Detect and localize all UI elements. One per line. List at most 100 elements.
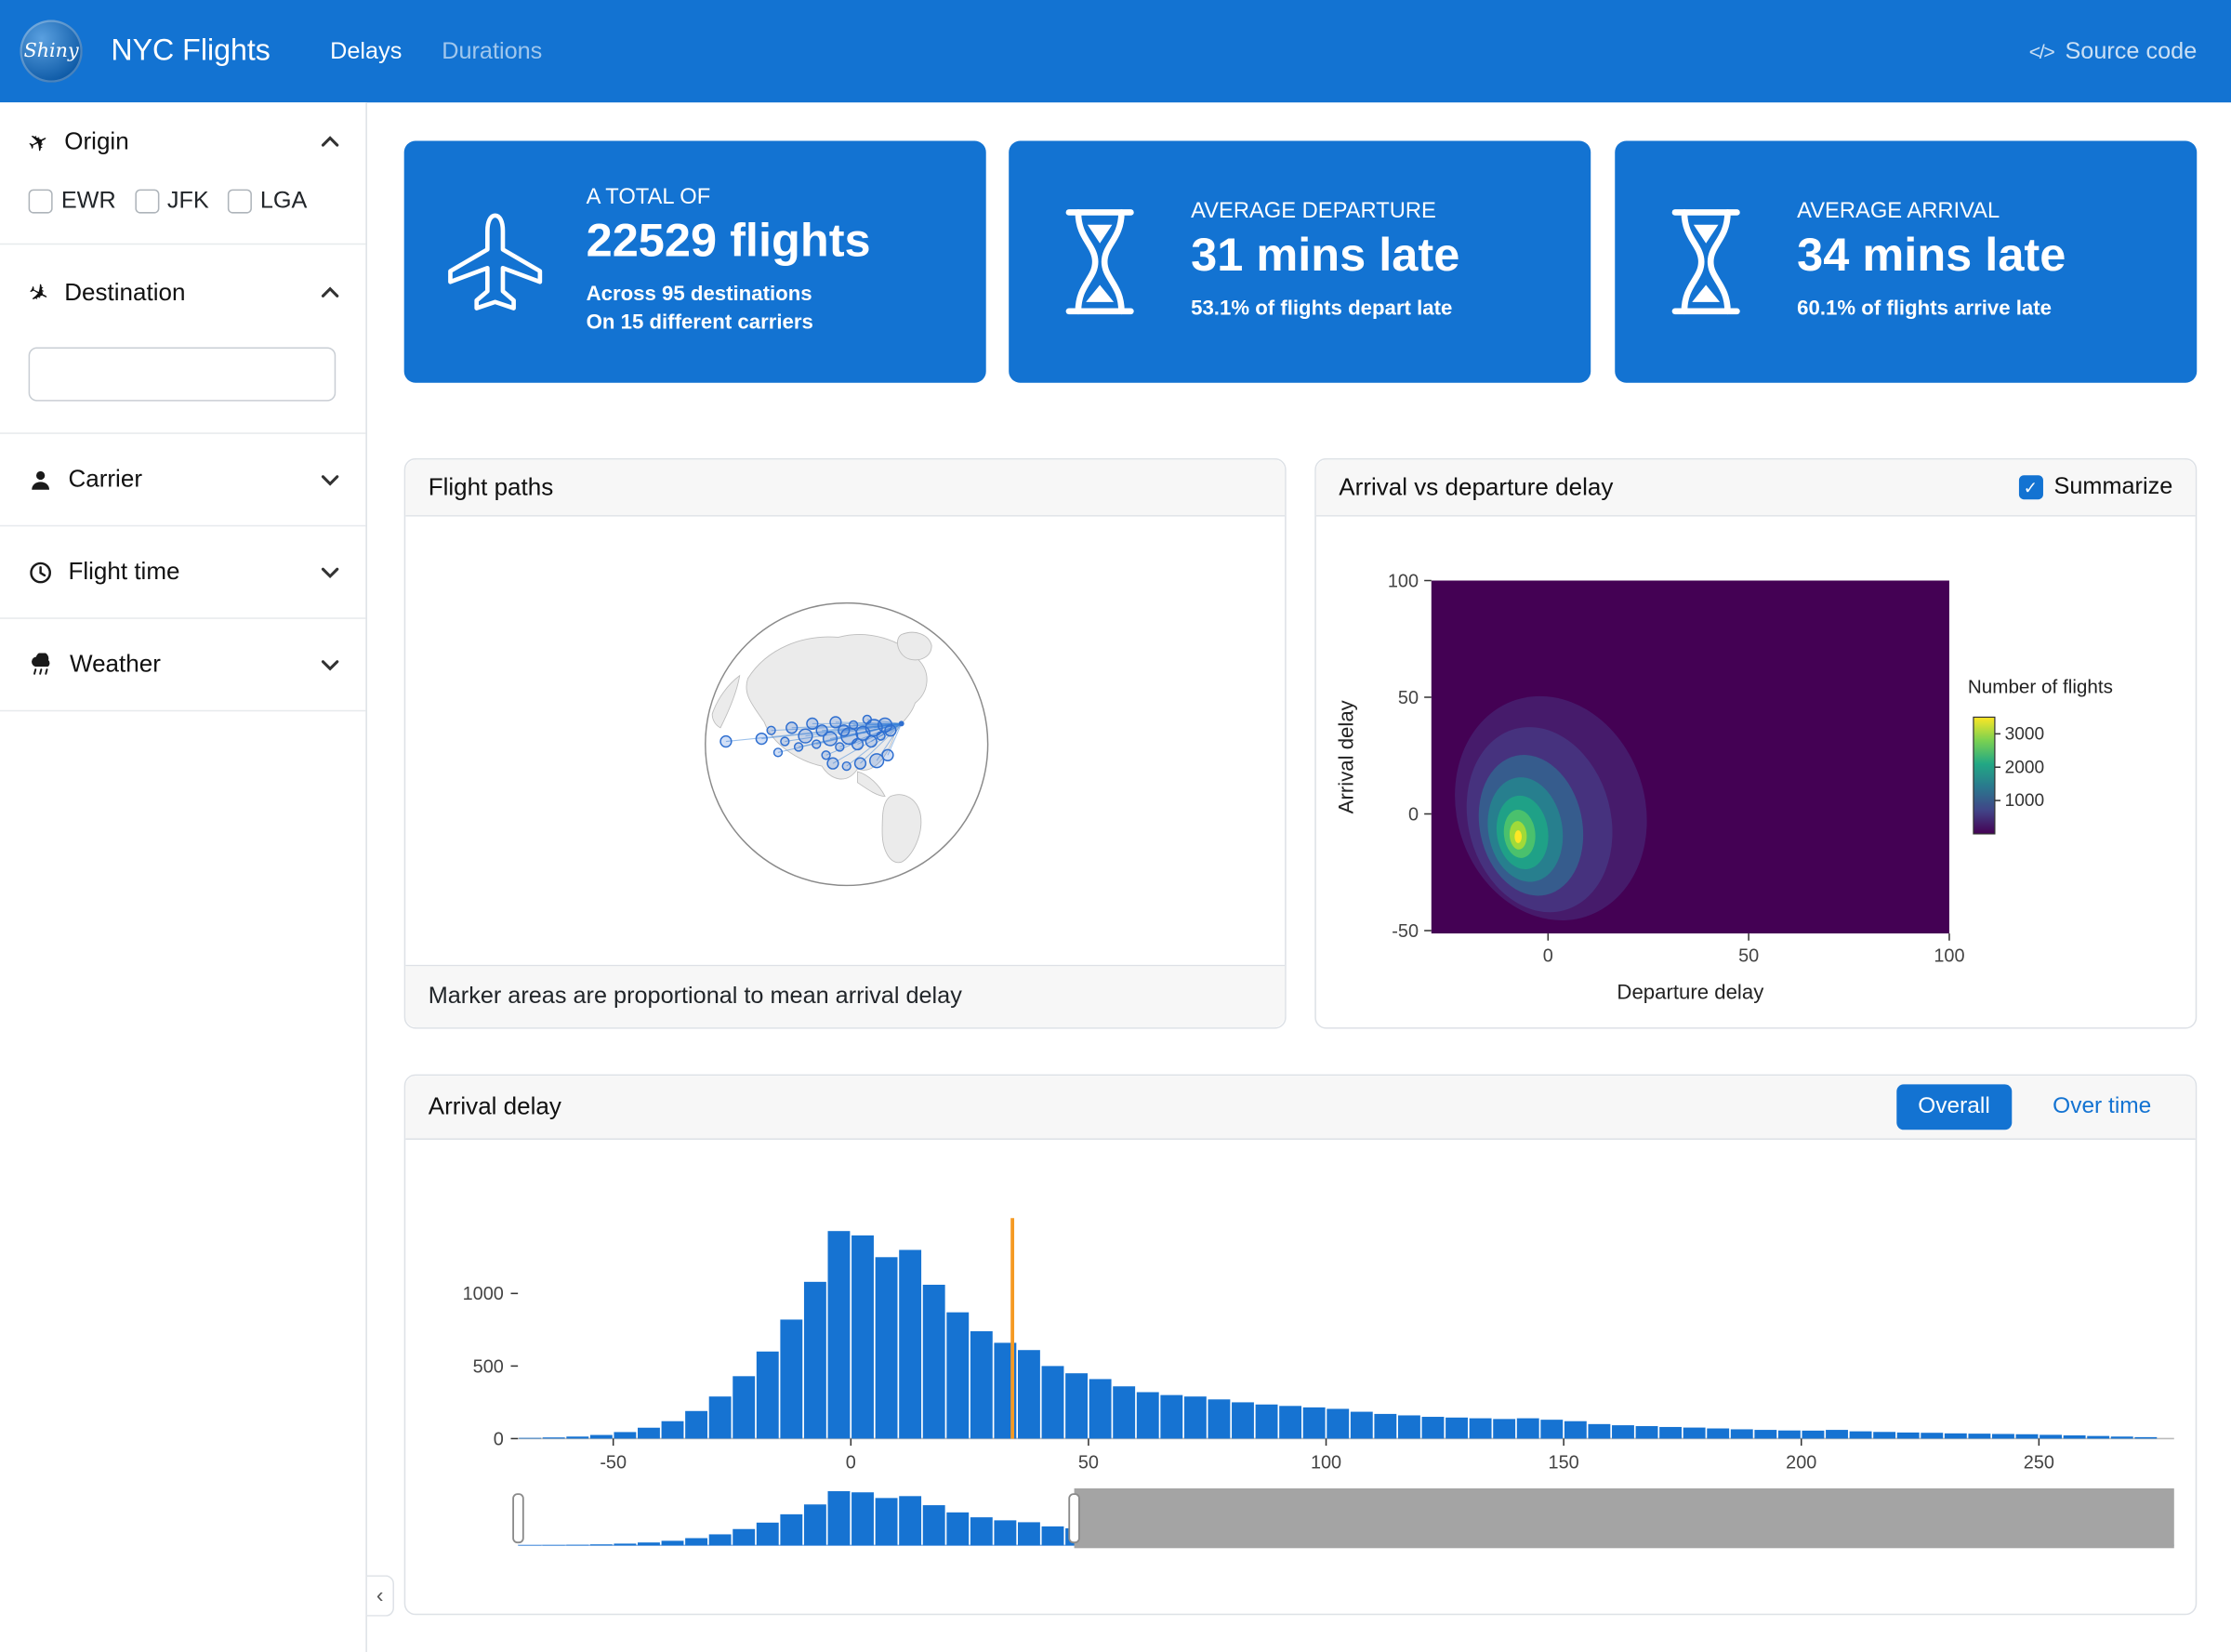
plane-icon [404, 141, 587, 383]
person-icon [29, 468, 53, 492]
svg-text:50: 50 [1078, 1453, 1099, 1474]
card-title: Arrival delay [429, 1093, 561, 1122]
sidebar-section-label: Weather [70, 650, 161, 679]
origin-checkbox-group: EWR JFK LGA [0, 171, 365, 244]
origin-checkbox-lga[interactable]: LGA [228, 188, 308, 215]
checkbox-label: JFK [167, 188, 209, 215]
svg-text:100: 100 [1388, 571, 1419, 591]
origin-checkbox-jfk[interactable]: JFK [135, 188, 209, 215]
plane-arrival-icon: ✈ [24, 278, 53, 309]
sidebar-section-label: Origin [64, 128, 128, 157]
flight-paths-card: Flight paths Marker areas are proportion… [404, 458, 1287, 1029]
svg-text:-50: -50 [1392, 921, 1419, 942]
flight-paths-globe[interactable] [695, 593, 997, 894]
svg-text:0: 0 [1543, 946, 1553, 967]
svg-text:Arrival delay: Arrival delay [1335, 699, 1358, 813]
navbar: Shiny NYC Flights Delays Durations </> S… [0, 0, 2231, 102]
flight-paths-note: Marker areas are proportional to mean ar… [429, 984, 962, 1011]
card-title: Arrival vs departure delay [1339, 473, 1613, 502]
summarize-toggle[interactable]: ✓ Summarize [2018, 474, 2172, 501]
value-box-subtitle: On 15 different carriers [587, 310, 871, 338]
destination-input[interactable] [29, 347, 337, 401]
origin-checkbox-ewr[interactable]: EWR [29, 188, 116, 215]
sidebar-collapse-toggle[interactable]: ‹ [367, 1575, 394, 1616]
arrival-vs-departure-plot: 0 50 100 100 50 0 -50 Departure delay Arrival de… [1316, 517, 2196, 1027]
svg-text:-50: -50 [600, 1453, 627, 1474]
shiny-logo-text: Shiny [24, 40, 79, 62]
checkbox[interactable] [135, 190, 159, 214]
arrival-delay-card: Arrival delay Overall Over time -50 0 50 10… [404, 1075, 2198, 1616]
chevron-down-icon[interactable] [317, 652, 343, 678]
hourglass-icon [1615, 141, 1797, 383]
sidebar-section-label: Destination [64, 279, 185, 308]
checkbox[interactable] [29, 190, 53, 214]
value-box-subtitle: 60.1% of flights arrive late [1797, 295, 2066, 324]
source-code-label: Source code [2065, 38, 2197, 65]
svg-text:1000: 1000 [2005, 791, 2045, 811]
value-box-avg-departure: AVERAGE DEPARTURE 31 mins late 53.1% of … [1009, 141, 1591, 383]
svg-text:500: 500 [473, 1356, 504, 1377]
value-box-value: 34 mins late [1797, 230, 2066, 283]
card-title: Flight paths [429, 473, 554, 502]
svg-text:100: 100 [1311, 1453, 1341, 1474]
plane-departure-icon: ✈ [24, 126, 53, 157]
svg-text:100: 100 [1934, 946, 1964, 967]
value-box-value: 31 mins late [1191, 230, 1459, 283]
svg-text:Number of flights: Number of flights [1968, 676, 2113, 697]
svg-text:1000: 1000 [463, 1284, 504, 1304]
summarize-label: Summarize [2054, 474, 2173, 501]
sidebar-section-label: Carrier [68, 466, 142, 495]
card-header: Flight paths [405, 459, 1285, 516]
chevron-down-icon[interactable] [317, 467, 343, 493]
svg-text:Departure delay: Departure delay [1617, 980, 1764, 1003]
sidebar-section-origin[interactable]: ✈ Origin [0, 113, 365, 170]
tab-durations[interactable]: Durations [442, 38, 542, 65]
app: Shiny NYC Flights Delays Durations </> S… [0, 0, 2231, 1652]
sidebar-section-destination[interactable]: ✈ Destination [0, 265, 365, 322]
view-toggle-group: Overall Over time [1896, 1084, 2172, 1130]
svg-text:3000: 3000 [2005, 724, 2045, 744]
svg-text:250: 250 [2024, 1453, 2054, 1474]
sidebar: ✈ Origin EWR JFK LGA ✈ Destination [0, 102, 367, 1652]
value-box-title: AVERAGE DEPARTURE [1191, 200, 1459, 226]
value-box-subtitle: 53.1% of flights depart late [1191, 295, 1459, 324]
over-time-button[interactable]: Over time [2031, 1084, 2172, 1130]
arrival-delay-histogram[interactable]: -5005010015020025005001000 [405, 1140, 2196, 1615]
svg-text:2000: 2000 [2005, 758, 2045, 777]
delay-density-card: Arrival vs departure delay ✓ Summarize 0… [1314, 458, 2197, 1029]
summarize-checkbox[interactable]: ✓ [2018, 475, 2042, 499]
hourglass-icon [1009, 141, 1191, 383]
svg-text:0: 0 [846, 1453, 856, 1474]
sidebar-section-flight-time[interactable]: Flight time [0, 544, 365, 601]
sidebar-section-weather[interactable]: Weather [0, 636, 365, 693]
source-code-link[interactable]: </> Source code [2029, 38, 2197, 65]
tab-delays[interactable]: Delays [330, 38, 402, 65]
card-header: Arrival vs departure delay ✓ Summarize [1316, 459, 2196, 516]
value-box-title: AVERAGE ARRIVAL [1797, 200, 2066, 226]
chevron-up-icon[interactable] [317, 129, 343, 155]
value-box-avg-arrival: AVERAGE ARRIVAL 34 mins late 60.1% of fl… [1615, 141, 2197, 383]
divider [0, 710, 365, 712]
overall-button[interactable]: Overall [1896, 1084, 2012, 1130]
svg-text:50: 50 [1738, 946, 1759, 967]
chevron-down-icon[interactable] [317, 560, 343, 586]
clock-icon [29, 560, 53, 584]
shiny-logo[interactable]: Shiny [20, 20, 82, 82]
svg-text:50: 50 [1398, 688, 1419, 708]
code-icon: </> [2029, 40, 2053, 62]
chevron-up-icon[interactable] [317, 281, 343, 307]
value-box-value: 22529 flights [587, 215, 871, 268]
svg-text:200: 200 [1786, 1453, 1816, 1474]
navbar-tabs: Delays Durations [330, 38, 542, 65]
card-footer: Marker areas are proportional to mean ar… [405, 965, 1285, 1027]
sidebar-section-carrier[interactable]: Carrier [0, 451, 365, 508]
value-box-total-flights: A TOTAL OF 22529 flights Across 95 desti… [404, 141, 986, 383]
app-title: NYC Flights [111, 34, 270, 69]
checkbox[interactable] [228, 190, 252, 214]
svg-text:150: 150 [1549, 1453, 1579, 1474]
svg-text:0: 0 [1408, 804, 1419, 825]
value-box-subtitle: Across 95 destinations [587, 281, 871, 310]
sidebar-section-label: Flight time [68, 558, 179, 587]
value-box-title: A TOTAL OF [587, 185, 871, 211]
cloud-rain-icon [29, 653, 55, 677]
